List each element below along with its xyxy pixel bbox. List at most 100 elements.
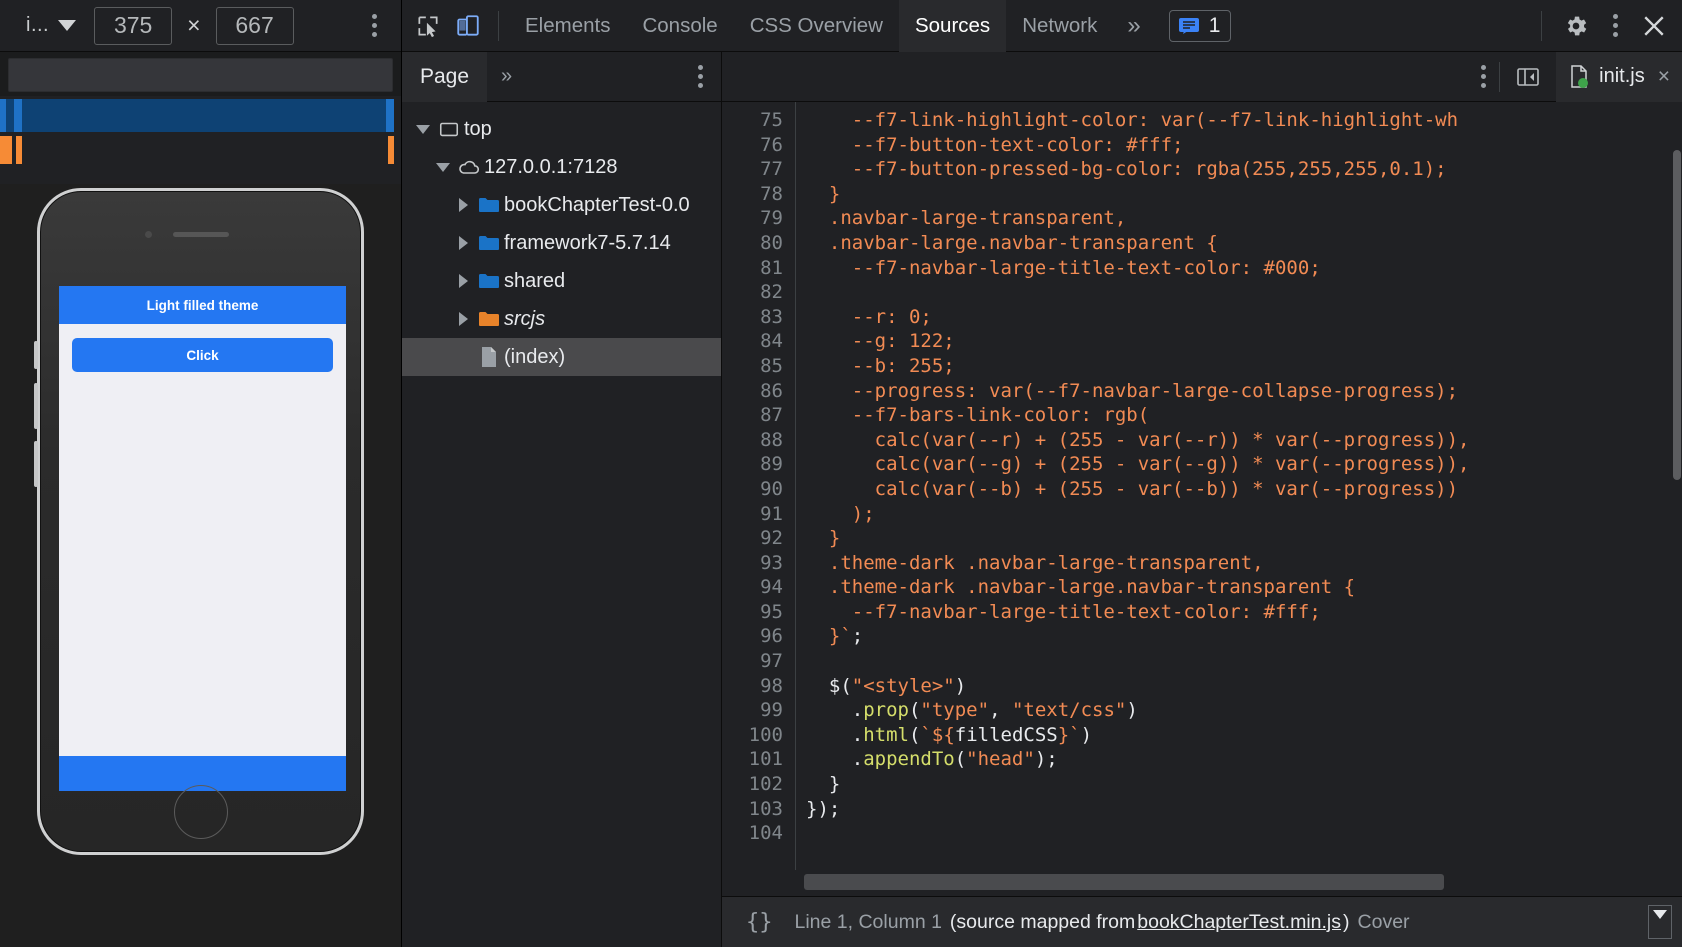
code-line[interactable]: --g: 122; [796, 329, 1682, 354]
line-number[interactable]: 103 [722, 797, 783, 822]
code-line[interactable]: .navbar-large-transparent, [796, 206, 1682, 231]
collapse-navigator-icon[interactable] [1506, 55, 1550, 99]
line-number[interactable]: 76 [722, 133, 783, 158]
code-editor[interactable]: 75 76 77 78 79 80 81 82 83 84 85 86 87 88 89 90 91 92 93 94… [722, 102, 1682, 870]
code-line[interactable]: .theme-dark .navbar-large.navbar-transpa… [796, 575, 1682, 600]
line-number[interactable]: 89 [722, 452, 783, 477]
tree-item-origin[interactable]: 127.0.0.1:7128 [402, 148, 721, 186]
line-number[interactable]: 87 [722, 403, 783, 428]
device-selector-dropdown[interactable]: i... [12, 9, 84, 43]
code-line[interactable]: .html(`${filledCSS}`) [796, 723, 1682, 748]
code-line[interactable]: .prop("type", "text/css") [796, 698, 1682, 723]
inspect-element-icon[interactable] [408, 6, 448, 46]
editor-horizontal-scrollbar[interactable] [722, 870, 1682, 896]
click-button[interactable]: Click [72, 338, 333, 372]
line-number[interactable]: 84 [722, 329, 783, 354]
line-number[interactable]: 81 [722, 256, 783, 281]
line-number[interactable]: 86 [722, 379, 783, 404]
code-line[interactable]: --f7-link-highlight-color: var(--f7-link… [796, 108, 1682, 133]
tab-css-overview[interactable]: CSS Overview [734, 0, 899, 52]
chevron-right-icon[interactable] [452, 312, 474, 326]
devtools-main-menu-kebab-icon[interactable] [1600, 7, 1630, 45]
code-line[interactable]: }); [796, 797, 1682, 822]
tab-elements[interactable]: Elements [509, 0, 626, 52]
code-content[interactable]: --f7-link-highlight-color: var(--f7-link… [796, 102, 1682, 870]
tab-sources[interactable]: Sources [898, 0, 1007, 52]
code-line[interactable]: .theme-dark .navbar-large-transparent, [796, 551, 1682, 576]
tree-item-index[interactable]: (index) [402, 338, 721, 376]
issues-badge[interactable]: 1 [1168, 9, 1232, 42]
line-number[interactable]: 77 [722, 157, 783, 182]
line-number[interactable]: 92 [722, 526, 783, 551]
code-line[interactable]: --f7-button-text-color: #fff; [796, 133, 1682, 158]
tree-item-bookchaptertest[interactable]: bookChapterTest-0.0 [402, 186, 721, 224]
line-number[interactable]: 91 [722, 502, 783, 527]
code-line[interactable]: } [796, 772, 1682, 797]
line-number[interactable]: 99 [722, 698, 783, 723]
code-line[interactable]: --f7-navbar-large-title-text-color: #000… [796, 256, 1682, 281]
line-number[interactable]: 94 [722, 575, 783, 600]
code-line[interactable]: --progress: var(--f7-navbar-large-collap… [796, 379, 1682, 404]
close-icon[interactable]: × [1654, 65, 1670, 89]
editor-options-kebab-icon[interactable] [1467, 58, 1499, 96]
line-number[interactable]: 97 [722, 649, 783, 674]
chevron-down-icon[interactable] [432, 162, 454, 172]
code-line[interactable]: --r: 0; [796, 305, 1682, 330]
chevron-down-icon[interactable] [412, 124, 434, 134]
code-line[interactable]: calc(var(--b) + (255 - var(--b)) * var(-… [796, 477, 1682, 502]
toggle-device-toolbar-icon[interactable] [448, 6, 488, 46]
tab-network[interactable]: Network [1006, 0, 1113, 52]
viewport-width-input[interactable] [94, 6, 173, 45]
line-number[interactable]: 90 [722, 477, 783, 502]
code-line[interactable] [796, 280, 1682, 305]
tab-console[interactable]: Console [626, 0, 733, 52]
line-number[interactable]: 88 [722, 428, 783, 453]
line-number[interactable]: 93 [722, 551, 783, 576]
device-options-kebab-icon[interactable] [359, 7, 389, 45]
line-number[interactable]: 82 [722, 280, 783, 305]
close-icon[interactable] [1634, 6, 1674, 46]
code-line[interactable] [796, 649, 1682, 674]
line-number[interactable]: 78 [722, 182, 783, 207]
line-number[interactable]: 101 [722, 747, 783, 772]
tree-item-top[interactable]: top [402, 110, 721, 148]
viewport-height-input[interactable] [215, 6, 294, 45]
scrollbar-thumb[interactable] [1673, 150, 1681, 480]
code-line[interactable]: } [796, 182, 1682, 207]
code-line[interactable]: ); [796, 502, 1682, 527]
code-line[interactable]: calc(var(--r) + (255 - var(--r)) * var(-… [796, 428, 1682, 453]
source-map-link[interactable]: bookChapterTest.min.js [1137, 911, 1341, 934]
line-number[interactable]: 80 [722, 231, 783, 256]
navigator-more-tabs-icon[interactable]: » [487, 65, 526, 88]
code-line[interactable]: $("<style>") [796, 674, 1682, 699]
emulated-url-bar[interactable] [8, 58, 393, 92]
tree-item-shared[interactable]: shared [402, 262, 721, 300]
code-line[interactable]: calc(var(--g) + (255 - var(--g)) * var(-… [796, 452, 1682, 477]
editor-vertical-scrollbar[interactable] [1672, 102, 1682, 870]
code-line[interactable] [796, 821, 1682, 846]
code-line[interactable]: } [796, 526, 1682, 551]
code-line[interactable]: --f7-navbar-large-title-text-color: #fff… [796, 600, 1682, 625]
line-number[interactable]: 100 [722, 723, 783, 748]
tree-item-srcjs[interactable]: srcjs [402, 300, 721, 338]
navigator-options-kebab-icon[interactable] [691, 58, 721, 96]
line-number[interactable]: 83 [722, 305, 783, 330]
scrollbar-thumb-horizontal[interactable] [804, 874, 1444, 890]
line-number[interactable]: 102 [722, 772, 783, 797]
statusbar-dropdown-icon[interactable] [1648, 905, 1672, 939]
code-line[interactable]: }`; [796, 624, 1682, 649]
line-number[interactable]: 95 [722, 600, 783, 625]
code-line[interactable]: --b: 255; [796, 354, 1682, 379]
chevron-right-icon[interactable] [452, 198, 474, 212]
tree-item-framework7[interactable]: framework7-5.7.14 [402, 224, 721, 262]
code-line[interactable]: --f7-button-pressed-bg-color: rgba(255,2… [796, 157, 1682, 182]
more-tabs-icon[interactable]: » [1113, 12, 1154, 40]
editor-file-tab-initjs[interactable]: init.js × [1556, 51, 1682, 102]
code-line[interactable]: --f7-bars-link-color: rgb( [796, 403, 1682, 428]
line-number[interactable]: 79 [722, 206, 783, 231]
line-number[interactable]: 75 [722, 108, 783, 133]
code-line[interactable]: .navbar-large.navbar-transparent { [796, 231, 1682, 256]
line-number[interactable]: 96 [722, 624, 783, 649]
emulated-viewport[interactable]: Light filled theme Click [59, 286, 346, 791]
navigator-tab-page[interactable]: Page [402, 51, 488, 102]
